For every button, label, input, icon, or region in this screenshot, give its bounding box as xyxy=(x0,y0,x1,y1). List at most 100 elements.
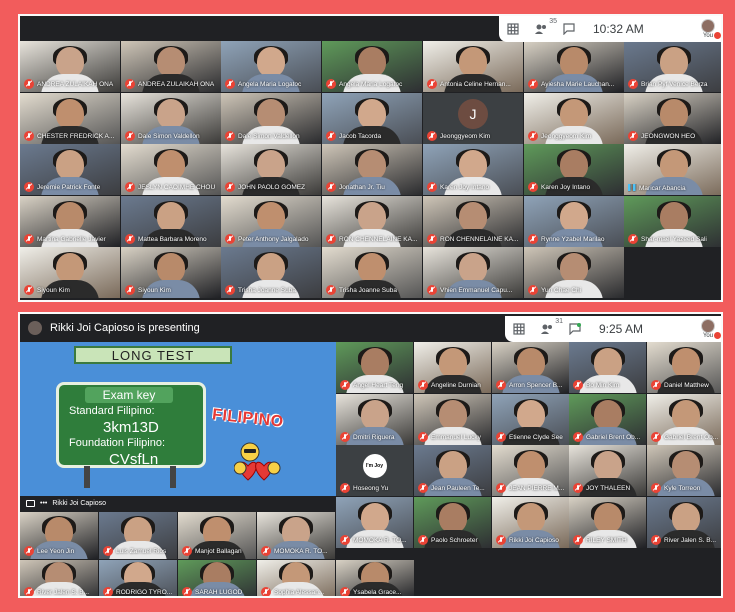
video-tile[interactable]: SARAH LUGOD xyxy=(178,560,256,596)
chat-icon[interactable] xyxy=(567,322,583,336)
mic-muted-icon xyxy=(427,285,437,295)
participant-label: Gabriel Brent Ob... xyxy=(573,432,644,442)
video-tile[interactable]: Kyle Torreon xyxy=(647,445,721,496)
video-tile[interactable]: Bo Min Kim xyxy=(569,342,646,393)
video-tile[interactable]: Dale Simon Valdellon xyxy=(121,93,221,144)
video-tile[interactable]: Karen Joy Intano xyxy=(524,144,624,195)
video-tile[interactable]: Paolo Schroeter xyxy=(414,497,491,548)
video-tile[interactable]: RODRIGO TYRO... xyxy=(99,560,177,596)
video-tile[interactable]: Angel Heart Teng xyxy=(336,342,413,393)
more-dots-icon[interactable]: ••• xyxy=(40,500,47,507)
video-tile[interactable]: Gabriel Brent Ob... xyxy=(569,394,646,445)
video-tile[interactable]: Antonia Celine Hernan... xyxy=(423,41,523,92)
video-tile[interactable]: Rikki Joi Capioso xyxy=(492,497,569,548)
meeting-topbar: 35 10:32 AM You xyxy=(499,16,721,42)
people-icon[interactable]: 35 xyxy=(533,18,557,36)
mic-muted-icon xyxy=(225,131,235,141)
participant-label: Angel Heart Teng xyxy=(340,380,411,390)
video-tile[interactable]: Sophia Alessan... xyxy=(257,560,335,596)
video-tile[interactable]: Lee Yeon Jin xyxy=(20,512,98,559)
participant-name: JOHN PAOLO GOMEZ xyxy=(238,183,306,191)
logo-avatar: I'm Joy xyxy=(362,454,387,479)
mic-muted-icon xyxy=(326,79,336,89)
mic-muted-icon xyxy=(496,483,506,493)
video-tile[interactable]: ▌▌ Maricar Abancia xyxy=(624,144,721,195)
video-tile[interactable]: MOMOKA R. TO... xyxy=(336,497,413,548)
video-tile[interactable]: MOMOKA R. TO... xyxy=(257,512,335,559)
video-tile[interactable]: Brian Pyf Venice Berza xyxy=(624,41,721,92)
video-tile[interactable]: JESLYN CAOIMHE CHOU xyxy=(121,144,221,195)
video-tile[interactable]: ANDREA ZULAIKAH ONA xyxy=(121,41,221,92)
video-tile[interactable]: Manjot Ballagan xyxy=(178,512,256,559)
participant-label: Ysabela Grace... xyxy=(340,587,412,596)
video-tile[interactable]: Jeonggyeom Kim xyxy=(524,93,624,144)
video-tile[interactable]: Jonathan Jr. Tiu xyxy=(322,144,422,195)
video-tile[interactable]: Karen Joy Intano xyxy=(423,144,523,195)
chat-icon[interactable] xyxy=(561,22,577,36)
participant-label: Emmanuel Lucky xyxy=(418,432,489,442)
video-tile[interactable]: Trisha Joanne Suba xyxy=(322,247,422,298)
video-tile[interactable]: JOY THALEEN xyxy=(569,445,646,496)
video-tile[interactable]: CHESTER FREDRICK A... xyxy=(20,93,120,144)
participant-face xyxy=(671,451,700,482)
video-tile[interactable]: RON CHENNELAINE KA... xyxy=(423,196,523,247)
video-tile[interactable]: Gabriel Brent Ob... xyxy=(647,394,721,445)
video-tile[interactable]: Rynne Yzabel Marilao xyxy=(524,196,624,247)
video-tile[interactable]: Vhien Emmanuel Capu... xyxy=(423,247,523,298)
video-tile[interactable]: Ysabela Grace... xyxy=(336,560,414,596)
video-tile[interactable]: Shar-mael Yazeed Sali xyxy=(624,196,721,247)
video-tile[interactable]: Arron Spencer B... xyxy=(492,342,569,393)
video-tile[interactable]: Yun Chae Chi xyxy=(524,247,624,298)
participant-face xyxy=(56,47,84,78)
mic-muted-icon xyxy=(103,587,113,596)
video-tile[interactable]: River Jalen S. B... xyxy=(647,497,721,548)
video-tile[interactable]: Jeremie Patrick Fonte xyxy=(20,144,120,195)
participant-label: River Jalen S. B... xyxy=(651,535,721,545)
video-tile[interactable]: JEAN PIERRE M... xyxy=(492,445,569,496)
video-tile[interactable]: Angela Maria Logatoc xyxy=(322,41,422,92)
participant-label: Martina Gabrielle Javier xyxy=(24,234,118,244)
video-tile[interactable]: Jean Pauleen Te... xyxy=(414,445,491,496)
mic-muted-icon xyxy=(225,79,235,89)
participant-face xyxy=(360,400,389,431)
video-tile[interactable]: J Jeonggyeom Kim xyxy=(423,93,523,144)
video-tile[interactable]: Peter Anthony Jalgalado xyxy=(221,196,321,247)
video-tile[interactable]: ANDREA ZULAIKAH ONA xyxy=(20,41,120,92)
video-tile[interactable]: River Jalen S. B... xyxy=(20,560,98,596)
mic-muted-icon xyxy=(418,380,428,390)
video-tile[interactable]: Dale Simon Valdellon xyxy=(221,93,321,144)
mic-muted-icon xyxy=(24,182,34,192)
video-tile[interactable]: Emmanuel Lucky xyxy=(414,394,491,445)
video-tile[interactable]: Trisha Joanne Suba xyxy=(221,247,321,298)
layout-grid-icon[interactable] xyxy=(511,322,527,336)
participant-face xyxy=(671,400,700,431)
self-avatar[interactable]: You xyxy=(701,19,721,39)
video-tile[interactable]: Siyoun Kim xyxy=(20,247,120,298)
layout-grid-icon[interactable] xyxy=(505,22,521,36)
video-tile[interactable]: Mattea Barbara Moreno xyxy=(121,196,221,247)
video-tile[interactable]: RILEY SMITH xyxy=(569,497,646,548)
participant-name: Ayiesha Marie Lauchan... xyxy=(541,80,615,88)
self-avatar[interactable]: You xyxy=(701,319,721,339)
video-tile[interactable]: Ayiesha Marie Lauchan... xyxy=(524,41,624,92)
video-tile[interactable]: I'm Joy Hoseong Yu xyxy=(336,445,413,496)
participant-name: Vhien Emmanuel Capu... xyxy=(440,286,513,294)
video-tile[interactable]: Jacob Tacorda xyxy=(322,93,422,144)
video-tile[interactable]: JEONGWON HEO xyxy=(624,93,721,144)
video-tile[interactable]: Siyoun Kim xyxy=(121,247,221,298)
participant-name: ANDREA ZULAIKAH ONA xyxy=(138,80,215,88)
video-tile[interactable]: Angeline Durnian xyxy=(414,342,491,393)
participant-label: Shar-mael Yazeed Sali xyxy=(628,234,721,244)
video-tile[interactable]: Daniel Matthew xyxy=(647,342,721,393)
mic-muted-icon xyxy=(340,483,350,493)
video-tile[interactable]: Luis Zamuel Rios xyxy=(99,512,177,559)
video-tile[interactable]: Angela Maria Logatoc xyxy=(221,41,321,92)
screen-share-icon xyxy=(26,499,35,507)
participant-face xyxy=(459,253,487,284)
video-tile[interactable]: RON CHENNELAINE KA... xyxy=(322,196,422,247)
video-tile[interactable]: JOHN PAOLO GOMEZ xyxy=(221,144,321,195)
video-tile[interactable]: Etienne Clyde See xyxy=(492,394,569,445)
video-tile[interactable]: Martina Gabrielle Javier xyxy=(20,196,120,247)
people-icon[interactable]: 31 xyxy=(539,318,563,336)
video-tile[interactable]: Dmitri Riguera xyxy=(336,394,413,445)
